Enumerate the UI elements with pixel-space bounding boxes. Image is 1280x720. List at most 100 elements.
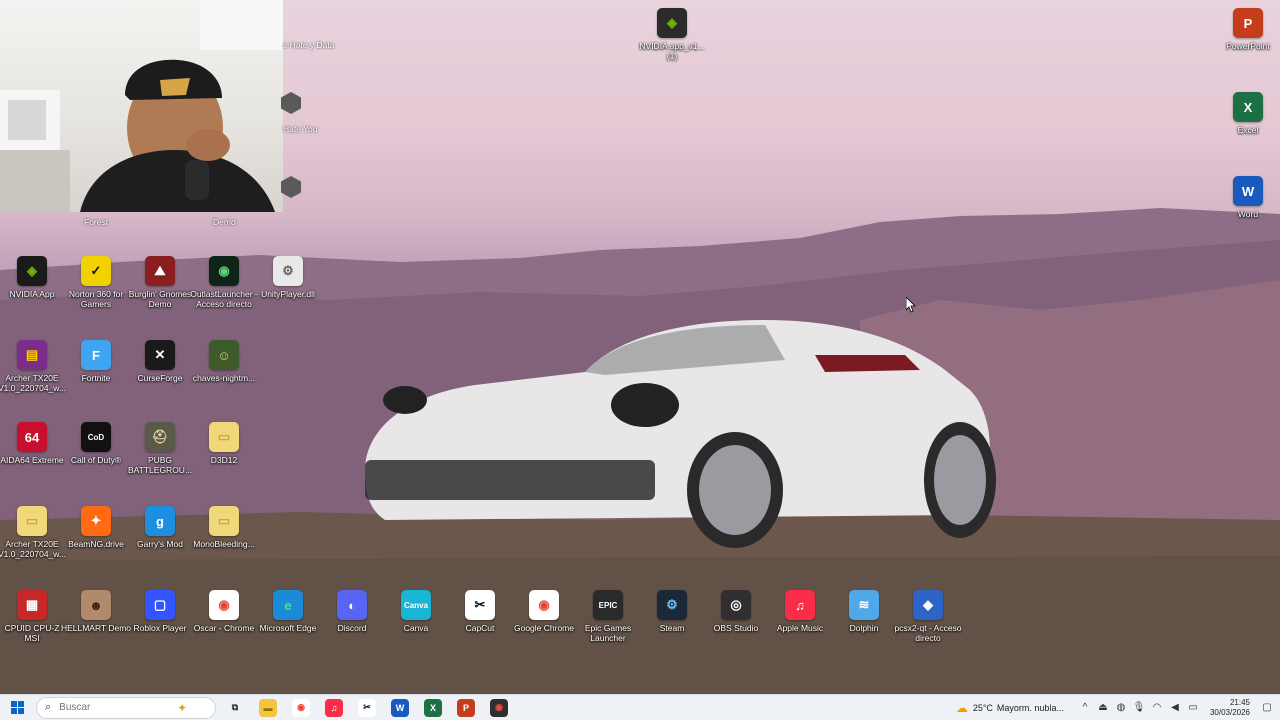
desktop-icon-archer-tx20e-v1-0-220704-w[interactable]: ▭ Archer TX20E V1.0_220704_w... [0,506,66,590]
taskbar: ⌕ ✦ ⧉ ▬ ◉ ♫ ✂ WXP ◉ ☁ 25°C Mayorm. nubla... ^ … [0,694,1280,720]
desktop-icon-label: D3D12 [210,455,238,465]
system-tray: ☁ 25°C Mayorm. nubla... ^ ⏏ ◍ 🎙 ◠ ◀ ▭ 21… [955,695,1280,720]
obs-recording-icon: ◉ [490,698,508,717]
desktop-icon-google-chrome[interactable]: ◉ Google Chrome [512,590,576,674]
microphone-icon[interactable]: 🎙 [1132,702,1146,713]
weather-temp[interactable]: 25°C [973,703,993,713]
desktop-icon-label: Discord [337,623,367,633]
taskbar-word-button[interactable]: W [385,696,415,720]
desktop-icon-label: Dolphin [849,623,879,633]
dolphin-icon: ≋ [849,590,879,620]
desktop-icon-beamng-drive[interactable]: ✦ BeamNG.drive [64,506,128,590]
discord-icon: ◐ [337,590,367,620]
oscar-chrome-icon: ◉ [209,590,239,620]
desktop-icon-label: Canva [403,623,429,633]
wallpaper-car [365,320,996,548]
desktop-icon-canva[interactable]: Canva Canva [384,590,448,674]
desktop-icon-label: BeamNG.drive [68,539,124,549]
start-button[interactable] [2,696,32,720]
taskbar-excel-button[interactable]: X [418,696,448,720]
desktop-icon-word[interactable]: W Word [1216,176,1280,260]
desktop-icon-excel[interactable]: X Excel [1216,92,1280,176]
search-input[interactable] [59,702,170,713]
desktop-icon-d3d12[interactable]: ▭ D3D12 [192,422,256,506]
weather-icon[interactable]: ☁ [955,701,969,715]
desktop-icon-obs-studio[interactable]: ◎ OBS Studio [704,590,768,674]
desktop-icon-cpuid-cpu-z-msi[interactable]: ▦ CPUID CPU-Z MSI [0,590,64,674]
desktop-icon-label: Archer TX20E V1.0_220704_w... [0,373,67,393]
unityplayer-dll-icon: ⚙ [273,256,303,286]
task-view-icon: ⧉ [231,702,239,712]
volume-icon[interactable]: ◀ [1168,702,1182,713]
desktop-icon-label: CPUID CPU-Z MSI [4,623,60,643]
search-icon: ⌕ [45,701,52,713]
desktop-icon-pcsx2-qt-acceso-directo[interactable]: ◆ pcsx2-qt - Acceso directo [894,590,962,674]
outlastlauncher-acceso-directo-icon: ◉ [209,256,239,286]
desktop-icon-archer-tx20e-v1-0-220704-w[interactable]: ▤ Archer TX20E V1.0_220704_w... [0,340,66,424]
desktop-icon-label: Steam [659,623,685,633]
desktop-icon-apple-music[interactable]: ♫ Apple Music [768,590,832,674]
desktop-icon-curseforge[interactable]: ✕ CurseForge [128,340,192,424]
wifi-icon[interactable]: ◠ [1150,702,1164,713]
desktop-icon-dolphin[interactable]: ≋ Dolphin [832,590,896,674]
powerpoint-icon: P [457,698,475,717]
desktop-icon-powerpoint[interactable]: P PowerPoint [1216,8,1280,92]
desktop-icon-chaves-nightm[interactable]: ☺ chaves-nightm... [192,340,256,424]
mouse-cursor-icon [906,297,916,313]
desktop-icon-microsoft-edge[interactable]: e Microsoft Edge [256,590,320,674]
desktop-icon-burglin-gnomes-demo[interactable]: ⛰ Burglin' Gnomes Demo [128,256,192,340]
desktop-icon-capcut[interactable]: ✂ CapCut [448,590,512,674]
desktop-icon-nvidia-app-v1-1[interactable]: ◈ NVIDIA app_v1... (1) [639,8,705,92]
desktop-icon-monobleeding[interactable]: ▭ MonoBleeding... [192,506,256,590]
desktop-icon-label: NVIDIA App [9,289,55,299]
taskbar-capcut-button[interactable]: ✂ [352,696,382,720]
unity-icon[interactable] [281,176,301,198]
desktop-icon-steam[interactable]: ⚙ Steam [640,590,704,674]
taskbar-chrome-button[interactable]: ◉ [286,696,316,720]
taskbar-obs-recording-button[interactable]: ◉ [484,696,514,720]
battery-icon[interactable]: ▭ [1186,702,1200,713]
desktop-icon-nvidia-app[interactable]: ◈ NVIDIA App [0,256,64,340]
partial-label: Demo [213,217,236,227]
apple-music-icon: ♫ [785,590,815,620]
chevron-up-icon[interactable]: ^ [1078,702,1092,713]
taskbar-search[interactable]: ⌕ ✦ [36,696,216,719]
desktop-icon-label: CurseForge [137,373,183,383]
network-globe-icon[interactable]: ◍ [1114,702,1128,713]
desktop-icon-label: Roblox Player [133,623,187,633]
desktop-icon-aida64-extreme[interactable]: 64 AIDA64 Extreme [0,422,64,506]
clock[interactable]: 21:45 30/03/2026 [1210,698,1250,718]
desktop-icon-oscar-chrome[interactable]: ◉ Oscar - Chrome [192,590,256,674]
word-icon: W [1233,176,1263,206]
desktop-icon-garry-s-mod[interactable]: g Garry's Mod [128,506,192,590]
desktop-icon-call-of-duty[interactable]: CoD Call of Duty® [64,422,128,506]
taskbar-task-view-button[interactable]: ⧉ [220,696,250,720]
notifications-icon[interactable]: ▢ [1260,702,1274,713]
desktop-icon-fortnite[interactable]: F Fortnite [64,340,128,424]
desktop-icon-unityplayer-dll[interactable]: ⚙ UnityPlayer.dll [256,256,320,340]
desktop-icon-discord[interactable]: ◐ Discord [320,590,384,674]
desktop-icon-outlastlauncher-acceso-directo[interactable]: ◉ OutlastLauncher - Acceso directo [190,256,258,340]
copilot-sparkle-icon[interactable]: ✦ [177,701,187,715]
file-explorer-icon: ▬ [259,698,277,717]
excel-icon: X [1233,92,1263,122]
obs-studio-icon: ◎ [721,590,751,620]
desktop-icon-label: Word [1237,209,1259,219]
taskbar-file-explorer-button[interactable]: ▬ [253,696,283,720]
desktop-icon-hellmart-demo[interactable]: ☻ HELLMART Demo [61,590,131,674]
desktop-icon-label: Garry's Mod [136,539,184,549]
desktop-icon-roblox-player[interactable]: ▢ Roblox Player [128,590,192,674]
steam-icon: ⚙ [657,590,687,620]
taskbar-apple-music-button[interactable]: ♫ [319,696,349,720]
usb-drive-icon[interactable]: ⏏ [1096,702,1110,713]
weather-condition[interactable]: Mayorm. nubla... [997,703,1064,713]
desktop-icon-pubg-battlegrou[interactable]: ⛑ PUBG BATTLEGROU... [128,422,192,506]
desktop-icon-norton-360-for-gamers[interactable]: ✓ Norton 360 for Gamers [64,256,128,340]
windows-logo-icon [10,701,24,714]
taskbar-powerpoint-button[interactable]: P [451,696,481,720]
apple-music-icon: ♫ [325,698,343,717]
clock-time: 21:45 [1229,697,1250,707]
unity-icon[interactable] [281,92,301,114]
chaves-nightm-icon: ☺ [209,340,239,370]
desktop-icon-epic-games-launcher[interactable]: EPIC Epic Games Launcher [576,590,640,674]
